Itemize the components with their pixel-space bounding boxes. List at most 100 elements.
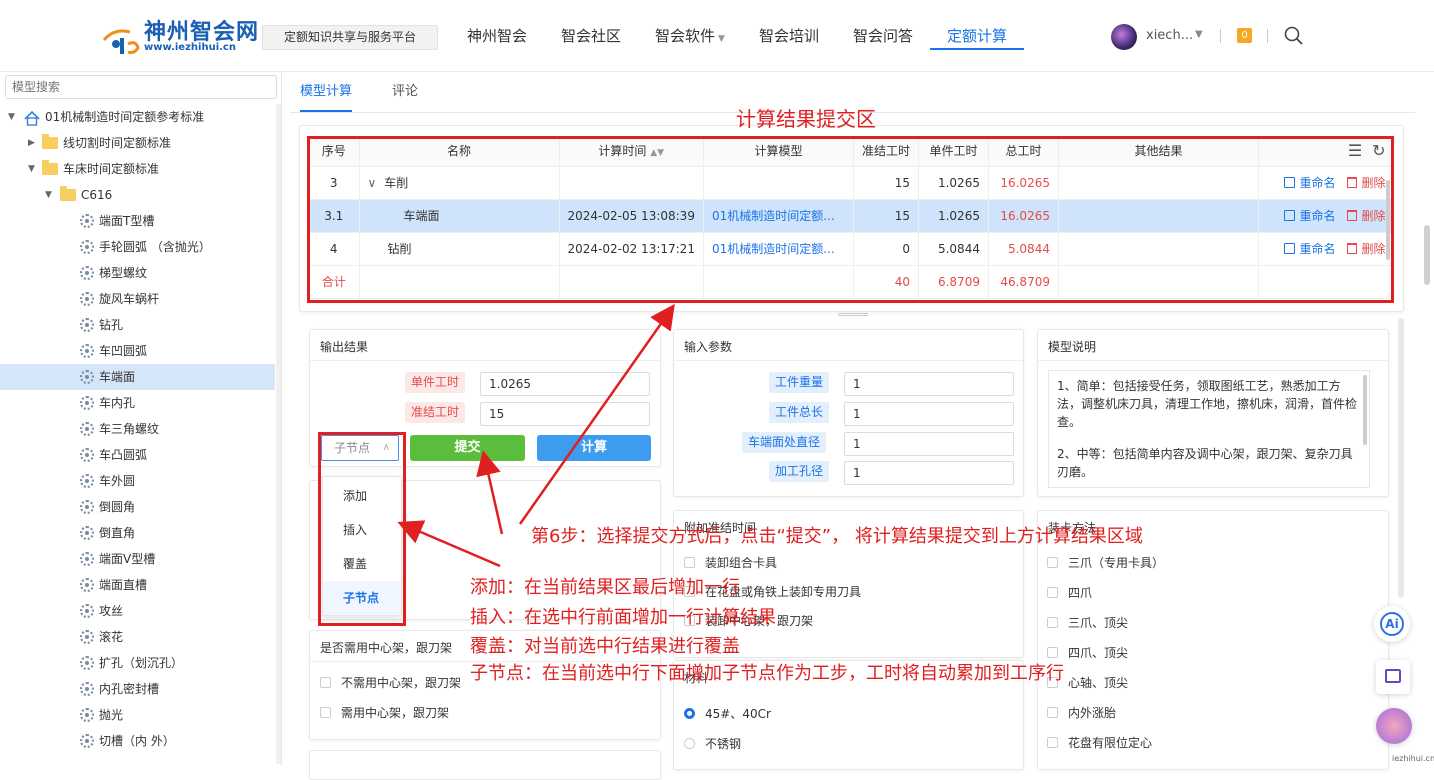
gear-icon: [80, 474, 94, 488]
tree-item-model[interactable]: 车外圆: [0, 468, 275, 494]
material-option[interactable]: 不锈钢: [684, 736, 741, 752]
calc-button[interactable]: 计算: [537, 435, 651, 461]
clamp-option[interactable]: 内外涨胎: [1047, 705, 1116, 721]
checkbox[interactable]: [1047, 737, 1058, 748]
prep-time-label: 准结工时: [405, 402, 466, 423]
clamp-option[interactable]: 三爪（专用卡具）: [1047, 555, 1164, 571]
page-scrollbar[interactable]: [1424, 225, 1430, 285]
tree-item-label: 线切割时间定额标准: [63, 136, 172, 150]
brain-assistant-icon[interactable]: [1376, 708, 1412, 744]
nav-quota-calc[interactable]: 定额计算: [930, 0, 1025, 50]
username[interactable]: xiech...: [1146, 28, 1193, 43]
gear-icon: [80, 734, 94, 748]
tree-item-model[interactable]: 车三角螺纹: [0, 416, 275, 442]
tree-item-model[interactable]: 内孔密封槽: [0, 676, 275, 702]
clamp-option[interactable]: 四爪: [1047, 585, 1092, 601]
checkbox[interactable]: [1047, 707, 1058, 718]
tree-item-model[interactable]: 端面直槽: [0, 572, 275, 598]
tree-item-model[interactable]: 攻丝: [0, 598, 275, 624]
tree-item-label: 车凸圆弧: [99, 448, 148, 462]
checkbox[interactable]: [1047, 617, 1058, 628]
tree-item-model[interactable]: 钻孔: [0, 312, 275, 338]
param-field-bore[interactable]: 1: [844, 461, 1014, 485]
user-avatar[interactable]: [1111, 24, 1137, 50]
tree-item-model[interactable]: 倒直角: [0, 520, 275, 546]
tree-item-folder[interactable]: ▼ C616: [0, 182, 275, 208]
tree-item-model[interactable]: 扩孔（划沉孔）: [0, 650, 275, 676]
collapse-arrow-icon[interactable]: ▼: [28, 156, 35, 182]
sidebar-scrollbar[interactable]: [276, 104, 281, 764]
tree-item-model[interactable]: 端面T型槽: [0, 208, 275, 234]
tree-item-label: 切槽（内 外）: [99, 734, 175, 748]
nav-software[interactable]: 智会软件 ▼: [638, 0, 742, 72]
option-label: 三爪（专用卡具）: [1068, 556, 1165, 570]
tree-item-model[interactable]: 端面V型槽: [0, 546, 275, 572]
option-label: 内外涨胎: [1068, 706, 1117, 720]
nav-qa[interactable]: 智会问答: [836, 0, 930, 72]
tree-item-folder[interactable]: ▼ 车床时间定额标准: [0, 156, 275, 182]
table-scrollbar[interactable]: [1386, 180, 1390, 260]
home-icon: [24, 109, 40, 126]
checkbox[interactable]: [320, 707, 331, 718]
clamp-option[interactable]: 三爪、顶尖: [1047, 615, 1128, 631]
notification-badge[interactable]: 0: [1237, 28, 1252, 43]
unit-time-field[interactable]: 1.0265: [480, 372, 650, 396]
model-search-input[interactable]: [5, 75, 277, 99]
site-logo[interactable]: 神州智会网 www.iezhihui.cn: [100, 12, 258, 60]
checkbox[interactable]: [684, 557, 695, 568]
param-field-diameter[interactable]: 1: [844, 432, 1014, 456]
model-desc-box[interactable]: 1、简单：包括接受任务，领取图纸工艺，熟悉加工方法，调整机床刀具，清理工作地，擦…: [1048, 370, 1370, 488]
extra-prep-option[interactable]: 装卸组合卡具: [684, 555, 777, 571]
tree-item-model[interactable]: 车凸圆弧: [0, 442, 275, 468]
collapse-arrow-icon[interactable]: ▼: [45, 182, 52, 208]
prep-time-field[interactable]: 15: [480, 402, 650, 426]
material-option[interactable]: 45#、40Cr: [684, 706, 771, 722]
tree-item-model[interactable]: 车凹圆弧: [0, 338, 275, 364]
tree-item-model[interactable]: 倒圆角: [0, 494, 275, 520]
tree-item-model[interactable]: 旋风车蜗杆: [0, 286, 275, 312]
gear-icon: [80, 214, 94, 228]
tree-item-folder[interactable]: ▶ 线切割时间定额标准: [0, 130, 275, 156]
book-button[interactable]: [1376, 660, 1410, 694]
param-field-length[interactable]: 1: [844, 402, 1014, 426]
tab-model-calc[interactable]: 模型计算: [300, 82, 353, 112]
center-rest-option[interactable]: 需用中心架，跟刀架: [320, 705, 449, 721]
tree-item-model[interactable]: 梯型螺纹: [0, 260, 275, 286]
tree-item-model[interactable]: 抛光: [0, 702, 275, 728]
option-label: 不锈钢: [705, 737, 742, 751]
tree-item-model[interactable]: 车内孔: [0, 390, 275, 416]
tree-item-model[interactable]: 滚花: [0, 624, 275, 650]
submit-button[interactable]: 提交: [410, 435, 525, 461]
tree-item-model[interactable]: 手轮圆弧 （含抛光）: [0, 234, 275, 260]
content-scrollbar[interactable]: [1398, 318, 1404, 598]
tree-item-label: 倒圆角: [99, 500, 136, 514]
expand-arrow-icon[interactable]: ▶: [28, 130, 35, 156]
checkbox[interactable]: [1047, 587, 1058, 598]
desc-scrollbar[interactable]: [1363, 375, 1367, 445]
tab-comments[interactable]: 评论: [392, 82, 418, 112]
option-label: 四爪: [1068, 586, 1093, 600]
checkbox[interactable]: [320, 677, 331, 688]
nav-community[interactable]: 智会社区: [544, 0, 638, 72]
user-menu-caret-icon[interactable]: ▼: [1195, 29, 1203, 40]
tree-item-folder[interactable]: ▼ 01机械制造时间定额参考标准: [0, 104, 275, 130]
nav-training[interactable]: 智会培训: [742, 0, 836, 72]
radio-button[interactable]: [684, 708, 695, 719]
search-icon[interactable]: [1284, 26, 1304, 46]
resize-handle[interactable]: [838, 313, 868, 316]
tree-item-label: 钻孔: [99, 318, 124, 332]
nav-shenzhou[interactable]: 神州智会: [450, 0, 544, 72]
tree-item-label: 抛光: [99, 708, 124, 722]
tree-item-label: 端面V型槽: [99, 552, 156, 566]
center-rest-option[interactable]: 不需用中心架，跟刀架: [320, 675, 461, 691]
clamp-option[interactable]: 花盘有限位定心: [1047, 735, 1152, 751]
checkbox[interactable]: [1047, 557, 1058, 568]
collapse-arrow-icon[interactable]: ▼: [8, 104, 15, 130]
radio-button[interactable]: [684, 738, 695, 749]
param-field-weight[interactable]: 1: [844, 372, 1014, 396]
tree-item-model[interactable]: 切槽（内 外）: [0, 728, 275, 754]
tree-item-label: C616: [81, 188, 113, 202]
tree-item-model[interactable]: 车端面: [0, 364, 275, 390]
ai-assistant-button[interactable]: Ai: [1374, 606, 1410, 642]
checkbox[interactable]: [1047, 647, 1058, 658]
